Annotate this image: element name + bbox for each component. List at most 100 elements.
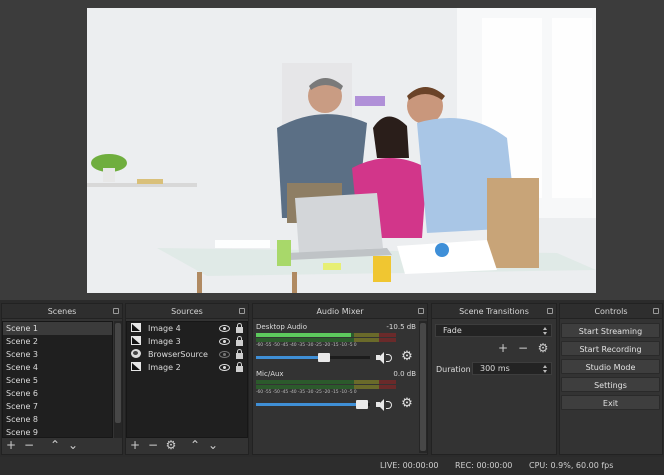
- source-label: Image 2: [148, 363, 181, 372]
- volume-knob[interactable]: [318, 353, 331, 362]
- add-icon[interactable]: +: [496, 341, 510, 355]
- scene-item[interactable]: Scene 2: [3, 335, 112, 348]
- volume-slider[interactable]: [256, 403, 370, 406]
- remove-icon[interactable]: −: [516, 341, 530, 355]
- scenes-toolbar: + − ⌃ ⌄: [4, 438, 80, 452]
- scene-item[interactable]: Scene 3: [3, 348, 112, 361]
- move-up-icon[interactable]: ⌃: [188, 438, 202, 452]
- volume-slider[interactable]: [256, 356, 370, 359]
- source-label: BrowserSource: [148, 350, 208, 359]
- scenes-title: Scenes: [2, 304, 122, 319]
- duration-label: Duration: [436, 365, 471, 374]
- lock-icon[interactable]: [236, 336, 243, 346]
- add-icon[interactable]: +: [128, 438, 142, 452]
- controls-title: Controls: [560, 304, 662, 319]
- gear-icon[interactable]: ⚙: [164, 438, 178, 452]
- level-meter: [256, 380, 396, 384]
- volume-fill: [256, 403, 363, 406]
- speaker-icon[interactable]: [376, 352, 394, 364]
- meter-scale: -60 -55 -50 -45 -40 -35 -30 -25 -20 -15 …: [256, 390, 357, 395]
- controls-dock: Controls Start Streaming Start Recording…: [559, 303, 663, 455]
- speaker-icon[interactable]: [376, 399, 394, 411]
- source-item[interactable]: Image 2: [127, 361, 247, 374]
- sources-toolbar: + − ⚙ ⌃ ⌄: [128, 438, 220, 452]
- live-timer: LIVE: 00:00:00: [380, 461, 439, 470]
- sources-list: Image 4 Image 3 BrowserSource Image 2: [126, 321, 248, 438]
- move-down-icon[interactable]: ⌄: [66, 438, 80, 452]
- lock-icon[interactable]: [236, 323, 243, 333]
- spin-arrows-icon: [541, 326, 550, 336]
- transition-value: Fade: [443, 326, 462, 335]
- mixer-channel: Desktop Audio -10.5 dB -60 -55 -50 -45 -…: [256, 323, 418, 364]
- source-item[interactable]: Image 4: [127, 322, 247, 335]
- duration-input[interactable]: 300 ms: [472, 362, 552, 375]
- source-label: Image 3: [148, 337, 181, 346]
- office-photo: [87, 8, 596, 293]
- lock-icon[interactable]: [236, 362, 243, 372]
- scene-item[interactable]: Scene 6: [3, 387, 112, 400]
- undock-icon[interactable]: [418, 308, 424, 314]
- preview-area: [0, 0, 664, 300]
- visibility-icon[interactable]: [219, 338, 230, 345]
- channel-db: 0.0 dB: [393, 370, 416, 378]
- preview-canvas[interactable]: [87, 8, 596, 293]
- scrollbar-thumb[interactable]: [115, 323, 121, 423]
- scrollbar-thumb[interactable]: [420, 323, 426, 451]
- gear-icon[interactable]: ⚙: [401, 350, 413, 363]
- status-bar: LIVE: 00:00:00 REC: 00:00:00 CPU: 0.9%, …: [0, 457, 664, 475]
- duration-value: 300 ms: [480, 364, 510, 373]
- start-streaming-button[interactable]: Start Streaming: [561, 323, 660, 338]
- sources-dock: Sources Image 4 Image 3 BrowserSource Im…: [125, 303, 249, 455]
- remove-icon[interactable]: −: [22, 438, 36, 452]
- mixer-channel: Mic/Aux 0.0 dB -60 -55 -50 -45 -40 -35 -…: [256, 370, 418, 411]
- sources-title: Sources: [126, 304, 248, 319]
- scene-item[interactable]: Scene 7: [3, 400, 112, 413]
- level-meter: [256, 333, 396, 337]
- transition-select[interactable]: Fade: [435, 324, 552, 337]
- scene-item[interactable]: Scene 4: [3, 361, 112, 374]
- studio-mode-button[interactable]: Studio Mode: [561, 359, 660, 374]
- scene-item[interactable]: Scene 8: [3, 413, 112, 426]
- add-icon[interactable]: +: [4, 438, 18, 452]
- move-up-icon[interactable]: ⌃: [48, 438, 62, 452]
- scenes-scrollbar[interactable]: [114, 321, 122, 438]
- settings-button[interactable]: Settings: [561, 377, 660, 392]
- remove-icon[interactable]: −: [146, 438, 160, 452]
- volume-knob[interactable]: [356, 400, 369, 409]
- scene-transitions-dock: Scene Transitions Fade + − ⚙ Duration 30…: [431, 303, 557, 455]
- undock-icon[interactable]: [239, 308, 245, 314]
- lock-icon[interactable]: [236, 349, 243, 359]
- undock-icon[interactable]: [653, 308, 659, 314]
- channel-db: -10.5 dB: [386, 323, 416, 331]
- scene-item[interactable]: Scene 1: [3, 322, 112, 335]
- transitions-title: Scene Transitions: [432, 304, 556, 319]
- visibility-off-icon[interactable]: [219, 351, 230, 358]
- start-recording-button[interactable]: Start Recording: [561, 341, 660, 356]
- volume-slider-row: ⚙: [256, 350, 418, 364]
- exit-button[interactable]: Exit: [561, 395, 660, 410]
- source-item[interactable]: BrowserSource: [127, 348, 247, 361]
- undock-icon[interactable]: [113, 308, 119, 314]
- move-down-icon[interactable]: ⌄: [206, 438, 220, 452]
- volume-fill: [256, 356, 325, 359]
- spin-arrows-icon[interactable]: [541, 364, 550, 374]
- transition-toolbar: + − ⚙: [496, 341, 550, 355]
- gear-icon[interactable]: ⚙: [401, 397, 413, 410]
- source-label: Image 4: [148, 324, 181, 333]
- scene-item[interactable]: Scene 5: [3, 374, 112, 387]
- globe-icon: [131, 349, 141, 358]
- visibility-icon[interactable]: [219, 325, 230, 332]
- volume-slider-row: ⚙: [256, 397, 418, 411]
- mixer-scrollbar[interactable]: [419, 321, 427, 453]
- image-icon: [131, 336, 141, 345]
- image-icon: [131, 323, 141, 332]
- scenes-dock: Scenes Scene 1 Scene 2 Scene 3 Scene 4 S…: [1, 303, 123, 455]
- audio-mixer-dock: Audio Mixer Desktop Audio -10.5 dB -60 -…: [252, 303, 428, 455]
- gear-icon[interactable]: ⚙: [536, 341, 550, 355]
- scenes-list: Scene 1 Scene 2 Scene 3 Scene 4 Scene 5 …: [2, 321, 113, 438]
- mixer-title: Audio Mixer: [253, 304, 427, 319]
- source-item[interactable]: Image 3: [127, 335, 247, 348]
- meter-scale: -60 -55 -50 -45 -40 -35 -30 -25 -20 -15 …: [256, 343, 357, 348]
- undock-icon[interactable]: [547, 308, 553, 314]
- visibility-icon[interactable]: [219, 364, 230, 371]
